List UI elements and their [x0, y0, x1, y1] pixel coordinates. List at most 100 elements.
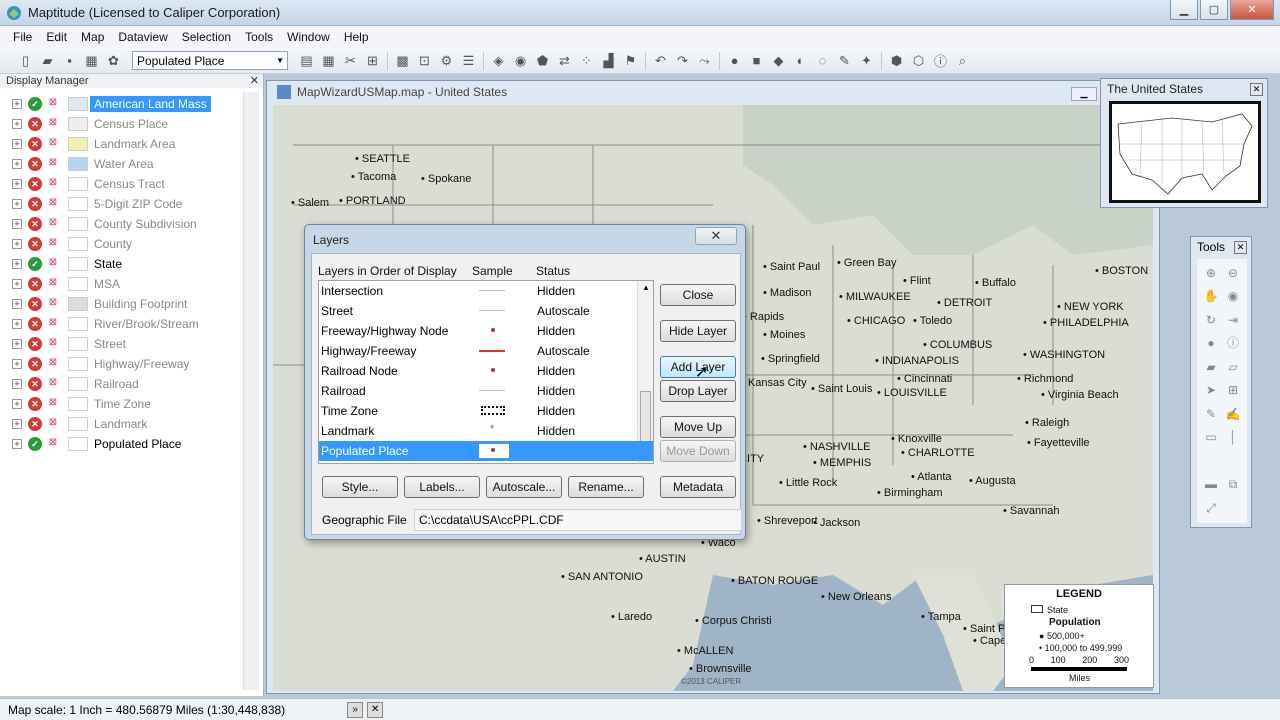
layer-style-swatch[interactable]	[68, 117, 88, 131]
measure-icon[interactable]: ✎	[835, 51, 854, 70]
autoscale-icon[interactable]: ⊠	[46, 177, 60, 191]
layer-style-swatch[interactable]	[68, 417, 88, 431]
expand-icon[interactable]: +	[12, 259, 22, 269]
new-icon[interactable]: ▯	[16, 51, 35, 70]
autoscale-icon[interactable]: ⊠	[46, 437, 60, 451]
expand-icon[interactable]: +	[12, 119, 22, 129]
layer-row[interactable]: Highway/Freeway Autoscale	[319, 341, 653, 361]
expand-icon[interactable]: +	[12, 239, 22, 249]
zoom-icon[interactable]: ⌕	[953, 51, 972, 70]
layer-style-swatch[interactable]	[68, 237, 88, 251]
zoom-out-icon[interactable]: ⊖	[1223, 263, 1243, 283]
display-manager-layer-row[interactable]: + ✕ ⊠ Time Zone	[6, 394, 242, 414]
hidden-x-icon[interactable]: ✕	[28, 317, 42, 331]
expand-icon[interactable]: +	[12, 399, 22, 409]
layer-style-swatch[interactable]	[68, 257, 88, 271]
hidden-x-icon[interactable]: ✕	[28, 177, 42, 191]
visible-check-icon[interactable]: ✓	[28, 97, 42, 111]
display-manager-layer-row[interactable]: + ✕ ⊠ County	[6, 234, 242, 254]
maximize-button[interactable]: ▢	[1200, 0, 1228, 20]
rect-icon[interactable]: ▭	[1201, 427, 1221, 447]
layer-row[interactable]: Street Autoscale	[319, 301, 653, 321]
display-manager-layer-row[interactable]: + ✕ ⊠ Building Footprint	[6, 294, 242, 314]
layer-row[interactable]: Intersection Hidden	[319, 281, 653, 301]
layer-row[interactable]: Railroad Hidden	[319, 381, 653, 401]
autoscale-icon[interactable]: ⊠	[46, 137, 60, 151]
hidden-x-icon[interactable]: ✕	[28, 377, 42, 391]
autoscale-icon[interactable]: ⊠	[46, 257, 60, 271]
autoscale-icon[interactable]: ⊠	[46, 317, 60, 331]
chart-icon[interactable]: ▟	[599, 51, 618, 70]
expand-icon[interactable]: +	[12, 319, 22, 329]
hidden-x-icon[interactable]: ✕	[28, 197, 42, 211]
pointer-icon[interactable]: ➤	[1201, 380, 1221, 400]
display-manager-layer-row[interactable]: + ✕ ⊠ Highway/Freeway	[6, 354, 242, 374]
layer-style-swatch[interactable]	[68, 157, 88, 171]
autoscale-icon[interactable]: ⊠	[46, 397, 60, 411]
layer-style-swatch[interactable]	[68, 217, 88, 231]
layers2-icon[interactable]: ▱	[1223, 357, 1243, 377]
measure-icon[interactable]: ⇥	[1223, 310, 1243, 330]
map-minimize-button[interactable]: ▁	[1071, 87, 1097, 101]
cursor-icon[interactable]: ⤢	[1201, 498, 1221, 518]
expand-icon[interactable]: +	[12, 339, 22, 349]
layers-list[interactable]: ▲ ▼ IntersectionHiddenStreetAutoscaleFre…	[318, 280, 654, 464]
close-icon[interactable]: ✕	[250, 74, 259, 88]
autoscale-icon[interactable]: ⊠	[46, 237, 60, 251]
minimize-button[interactable]: ▁	[1170, 0, 1198, 20]
rename-button[interactable]: Rename...	[568, 476, 644, 498]
display-manager-layer-row[interactable]: + ✓ ⊠ American Land Mass	[6, 94, 242, 114]
display-manager-layer-row[interactable]: + ✕ ⊠ Street	[6, 334, 242, 354]
autoscale-icon[interactable]: ⊠	[46, 337, 60, 351]
layer-row[interactable]: Freeway/Highway Node Hidden	[319, 321, 653, 341]
expand-icon[interactable]: +	[12, 139, 22, 149]
expand-icon[interactable]: +	[12, 359, 22, 369]
undo-icon[interactable]: ↶	[651, 51, 670, 70]
expand-icon[interactable]: +	[12, 219, 22, 229]
visible-check-icon[interactable]: ✓	[28, 257, 42, 271]
drop-layer-button[interactable]: Drop Layer	[660, 380, 736, 402]
polygon-icon[interactable]: ◆	[769, 51, 788, 70]
autoscale-icon[interactable]: ⊠	[46, 377, 60, 391]
circle-select-icon[interactable]: ●	[1201, 333, 1221, 353]
query-icon[interactable]: ⊡	[415, 51, 434, 70]
autoscale-icon[interactable]: ⊠	[46, 217, 60, 231]
expand-icon[interactable]: +	[12, 419, 22, 429]
expand-icon[interactable]: +	[12, 299, 22, 309]
layers-icon[interactable]: ▰	[1201, 357, 1221, 377]
merge-icon[interactable]: ⊞	[363, 51, 382, 70]
select-icon[interactable]: ⬡	[909, 51, 928, 70]
expand-icon[interactable]: +	[12, 199, 22, 209]
display-manager-layer-row[interactable]: + ✓ ⊠ Populated Place	[6, 434, 242, 454]
layer-style-swatch[interactable]	[68, 277, 88, 291]
move-down-button[interactable]: Move Down	[660, 440, 736, 462]
redo-icon[interactable]: ↷	[673, 51, 692, 70]
autoscale-icon[interactable]: ⊠	[46, 357, 60, 371]
layer-style-swatch[interactable]	[68, 197, 88, 211]
region-icon[interactable]: ▬	[1201, 474, 1221, 494]
display-manager-layer-row[interactable]: + ✕ ⊠ Census Place	[6, 114, 242, 134]
display-manager-scrollbar[interactable]	[243, 92, 259, 690]
hidden-x-icon[interactable]: ✕	[28, 397, 42, 411]
grid-icon[interactable]: ▦	[319, 51, 338, 70]
square-icon[interactable]: ■	[747, 51, 766, 70]
star-icon[interactable]: ✦	[857, 51, 876, 70]
scissors-icon[interactable]: ✂	[341, 51, 360, 70]
close-icon[interactable]: ✕	[1250, 83, 1263, 96]
close-button[interactable]: Close	[660, 284, 736, 306]
hidden-x-icon[interactable]: ✕	[28, 237, 42, 251]
display-manager-layer-row[interactable]: + ✕ ⊠ MSA	[6, 274, 242, 294]
layer-style-swatch[interactable]	[68, 337, 88, 351]
menu-window[interactable]: Window	[280, 30, 337, 44]
hidden-x-icon[interactable]: ✕	[28, 417, 42, 431]
menu-map[interactable]: Map	[74, 30, 111, 44]
expand-icon[interactable]: +	[12, 379, 22, 389]
label-icon[interactable]: ✎	[1201, 404, 1221, 424]
autoscale-button[interactable]: Autoscale...	[486, 476, 562, 498]
autoscale-icon[interactable]: ⊠	[46, 117, 60, 131]
refresh-icon[interactable]: ↻	[1201, 310, 1221, 330]
region-icon[interactable]: ⬟	[533, 51, 552, 70]
hidden-x-icon[interactable]: ✕	[28, 217, 42, 231]
autoscale-icon[interactable]: ⊠	[46, 297, 60, 311]
circle-icon[interactable]: ●	[725, 51, 744, 70]
